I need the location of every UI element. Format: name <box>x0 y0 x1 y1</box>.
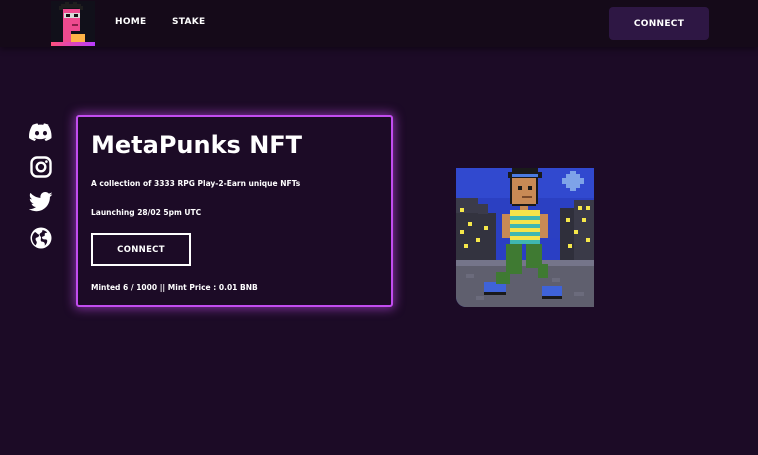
hero-card: MetaPunks NFT A collection of 3333 RPG P… <box>76 115 393 307</box>
hero-minted-status: Minted 6 / 1000 || Mint Price : 0.01 BNB <box>91 283 258 292</box>
navbar: HOME STAKE CONNECT <box>0 0 758 47</box>
hero-connect-button[interactable]: CONNECT <box>91 233 191 266</box>
hero-title: MetaPunks NFT <box>91 131 303 159</box>
hero-description: A collection of 3333 RPG Play-2-Earn uni… <box>91 179 301 188</box>
globe-icon[interactable] <box>29 226 53 250</box>
twitter-icon[interactable] <box>29 190 53 214</box>
logo-underline <box>51 42 95 46</box>
nav-connect-button[interactable]: CONNECT <box>609 7 709 40</box>
nav-stake-link[interactable]: STAKE <box>172 17 206 27</box>
instagram-icon[interactable] <box>29 155 53 179</box>
hero-launch-date: Launching 28/02 5pm UTC <box>91 208 202 217</box>
pixel-punk-logo-icon[interactable] <box>51 1 95 46</box>
discord-icon[interactable] <box>29 120 53 144</box>
nav-home-link[interactable]: HOME <box>115 17 147 27</box>
pixel-punk-walking-city-night-image <box>456 168 594 307</box>
